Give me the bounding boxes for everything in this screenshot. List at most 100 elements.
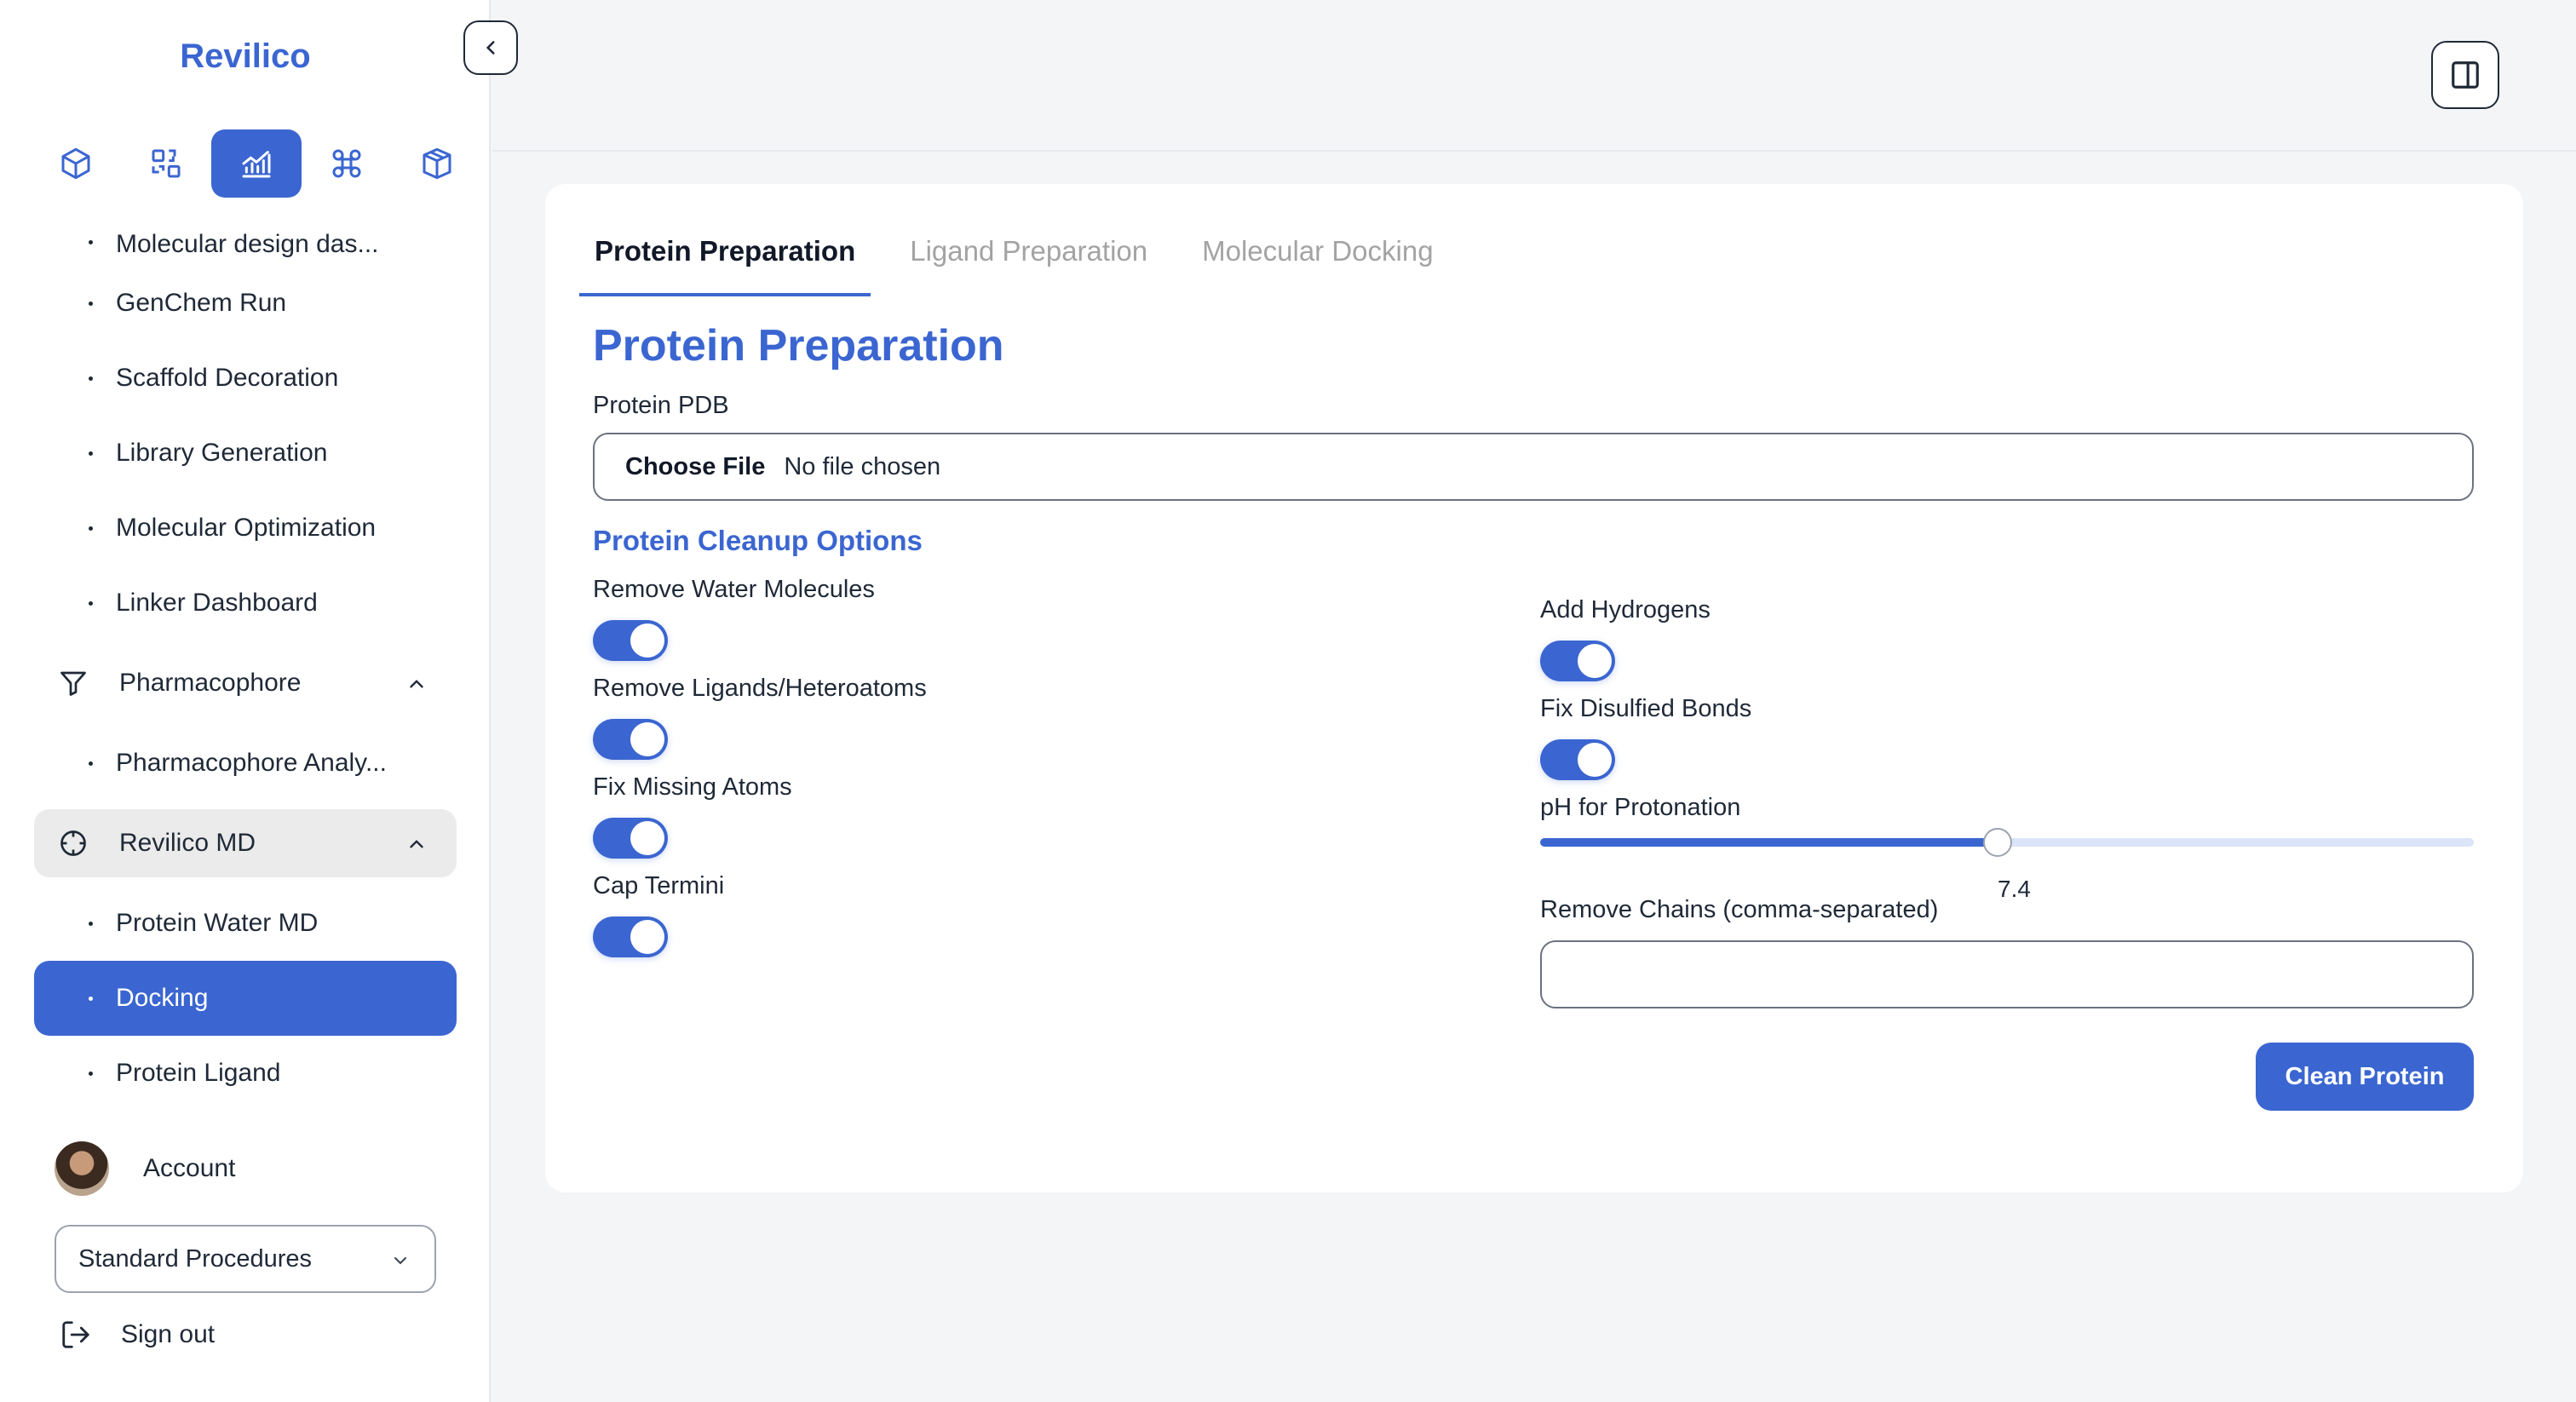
remove-ligands-label: Remove Ligands/Heteroatoms	[593, 675, 927, 702]
sidebar-item-label: Library Generation	[116, 439, 328, 467]
bullet-icon	[89, 302, 93, 306]
cube-icon	[61, 147, 90, 180]
fix-missing-atoms-toggle[interactable]	[593, 818, 668, 859]
ph-label: pH for Protonation	[1540, 794, 1741, 821]
sidebar-item-label: Docking	[116, 984, 209, 1012]
remove-water-label: Remove Water Molecules	[593, 576, 875, 603]
bullet-icon	[89, 922, 93, 926]
remove-chains-label: Remove Chains (comma-separated)	[1540, 896, 1939, 923]
remove-water-toggle[interactable]	[593, 620, 668, 661]
sidebar: Revilico Molecular design das... GenChem…	[0, 0, 491, 1402]
sign-out-label: Sign out	[121, 1320, 216, 1348]
cap-termini-toggle[interactable]	[593, 916, 668, 957]
toggle-knob	[630, 623, 664, 658]
sidebar-item-label: Pharmacophore Analy...	[116, 749, 387, 777]
add-hydrogens-label: Add Hydrogens	[1540, 596, 1711, 623]
sidebar-item-linker-dashboard[interactable]: Linker Dashboard	[34, 566, 457, 641]
filter-icon	[60, 671, 86, 696]
sidebar-group-label: Pharmacophore	[119, 669, 302, 697]
sidebar-item-label: Linker Dashboard	[116, 589, 318, 617]
sidebar-item-protein-ligand[interactable]: Protein Ligand	[34, 1036, 457, 1111]
sidebar-item-docking[interactable]: Docking	[34, 961, 457, 1036]
icon-tab-command[interactable]	[302, 129, 392, 198]
command-icon	[332, 149, 361, 178]
sidebar-item-label: GenChem Run	[116, 289, 287, 317]
fix-disulfide-toggle[interactable]	[1540, 739, 1615, 780]
bullet-icon	[89, 761, 93, 766]
sidebar-panel-icon	[2452, 61, 2479, 89]
bullet-icon	[89, 1072, 93, 1076]
bullet-icon	[89, 240, 93, 244]
sidebar-group-revilico-md[interactable]: Revilico MD	[34, 809, 457, 877]
ph-slider[interactable]	[1540, 828, 2474, 857]
sidebar-item-label: Protein Ligand	[116, 1059, 281, 1087]
icon-tab-package[interactable]	[392, 129, 482, 198]
scan-icon	[152, 149, 181, 178]
sidebar-nav: Molecular design das... GenChem Run Scaf…	[34, 218, 457, 1111]
fix-missing-atoms-label: Fix Missing Atoms	[593, 773, 792, 801]
tab-bar: Protein Preparation Ligand Preparation M…	[579, 235, 1473, 296]
toggle-knob	[630, 920, 664, 954]
sign-out-button[interactable]: Sign out	[60, 1319, 215, 1351]
bullet-icon	[89, 601, 93, 606]
chart-icon	[242, 151, 271, 178]
logout-icon	[62, 1321, 89, 1348]
sidebar-item-protein-water-md[interactable]: Protein Water MD	[34, 886, 457, 961]
top-bar	[492, 0, 2576, 152]
protein-pdb-file-input[interactable]: Choose File No file chosen	[593, 433, 2474, 501]
remove-ligands-toggle[interactable]	[593, 719, 668, 760]
package-icon	[423, 147, 451, 180]
sidebar-item-label: Protein Water MD	[116, 909, 319, 937]
icon-tab-scan[interactable]	[121, 129, 211, 198]
chevron-down-icon	[394, 1257, 406, 1265]
cleanup-options-title: Protein Cleanup Options	[593, 525, 923, 556]
clean-protein-button[interactable]: Clean Protein	[2256, 1043, 2474, 1111]
sidebar-icon-tabs	[31, 129, 482, 198]
tab-molecular-docking[interactable]: Molecular Docking	[1187, 235, 1448, 290]
choose-file-button[interactable]: Choose File	[625, 453, 765, 481]
sidebar-item-molecular-optimization[interactable]: Molecular Optimization	[34, 491, 457, 566]
panel-toggle-button[interactable]	[2431, 41, 2499, 109]
remove-chains-input[interactable]	[1540, 940, 2474, 1008]
protein-preparation-card: Protein Preparation Ligand Preparation M…	[545, 184, 2523, 1192]
toggle-knob	[630, 722, 664, 756]
sidebar-item-pharmacophore-analysis[interactable]: Pharmacophore Analy...	[34, 726, 457, 801]
protein-pdb-label: Protein PDB	[593, 392, 729, 419]
sidebar-item-label: Scaffold Decoration	[116, 364, 339, 392]
file-status: No file chosen	[784, 452, 941, 480]
crosshair-icon	[60, 830, 86, 856]
ph-slider-fill	[1540, 838, 1998, 847]
account-link[interactable]: Account	[55, 1141, 235, 1196]
icon-tab-chart[interactable]	[211, 129, 302, 198]
account-label: Account	[143, 1154, 236, 1182]
bullet-icon	[89, 376, 93, 381]
toggle-knob	[630, 821, 664, 855]
sidebar-item-molecular-design[interactable]: Molecular design das...	[34, 218, 457, 266]
brand-logo[interactable]: Revilico	[0, 37, 489, 76]
ph-slider-thumb[interactable]	[1983, 828, 2012, 857]
sidebar-item-scaffold-decoration[interactable]: Scaffold Decoration	[34, 341, 457, 416]
sidebar-group-pharmacophore[interactable]: Pharmacophore	[34, 649, 457, 717]
sidebar-group-label: Revilico MD	[119, 829, 256, 857]
bullet-icon	[89, 526, 93, 531]
tab-ligand-preparation[interactable]: Ligand Preparation	[894, 235, 1163, 290]
toggle-knob	[1578, 644, 1612, 678]
sidebar-item-genchem-run[interactable]: GenChem Run	[34, 266, 457, 341]
add-hydrogens-toggle[interactable]	[1540, 641, 1615, 681]
page-title: Protein Preparation	[593, 321, 1004, 371]
collapse-sidebar-button[interactable]	[463, 20, 518, 75]
procedure-select-value: Standard Procedures	[78, 1244, 313, 1273]
toggle-knob	[1578, 743, 1612, 777]
sidebar-item-library-generation[interactable]: Library Generation	[34, 416, 457, 491]
icon-tab-cube[interactable]	[31, 129, 121, 198]
fix-disulfide-label: Fix Disulfied Bonds	[1540, 695, 1752, 722]
procedure-select[interactable]: Standard Procedures	[55, 1225, 436, 1293]
tab-protein-preparation[interactable]: Protein Preparation	[579, 235, 871, 296]
sidebar-item-label: Molecular design das...	[116, 230, 379, 258]
chevron-up-icon	[410, 840, 423, 848]
bullet-icon	[89, 451, 93, 456]
sidebar-item-label: Molecular Optimization	[116, 514, 377, 542]
bullet-icon	[89, 997, 93, 1001]
cap-termini-label: Cap Termini	[593, 872, 725, 899]
chevron-up-icon	[410, 680, 423, 688]
